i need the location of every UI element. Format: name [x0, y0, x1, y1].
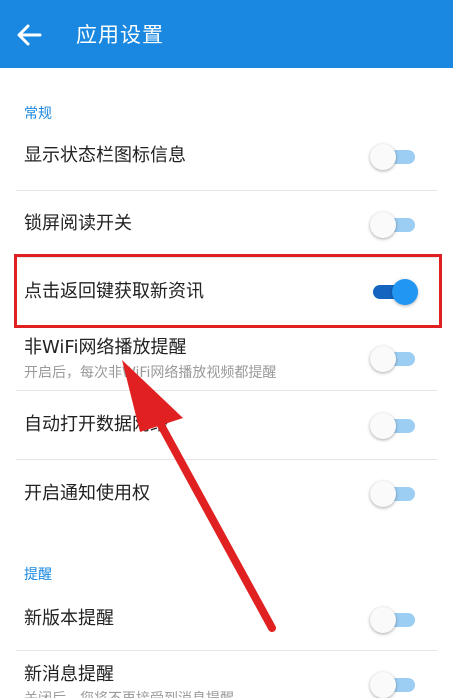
setting-row-auto-data-network[interactable]: 自动打开数据网络: [0, 391, 453, 459]
non-wifi-reminder-toggle[interactable]: [370, 345, 418, 373]
setting-row-notification-access[interactable]: 开启通知使用权: [0, 460, 453, 528]
setting-title: 显示状态栏图标信息: [24, 145, 186, 166]
back-arrow-icon[interactable]: [12, 18, 46, 52]
new-version-toggle[interactable]: [370, 606, 418, 634]
setting-title: 自动打开数据网络: [24, 414, 168, 435]
auto-data-network-toggle[interactable]: [370, 412, 418, 440]
new-message-toggle[interactable]: [370, 671, 418, 698]
notification-access-toggle[interactable]: [370, 480, 418, 508]
red-highlight-box: [14, 254, 442, 328]
section-header-general: 常规: [24, 106, 52, 122]
app-bar: 应用设置: [0, 0, 453, 68]
setting-row-lockscreen-reading[interactable]: 锁屏阅读开关: [0, 191, 453, 257]
setting-subtitle: 关闭后，您将不再接受到消息提醒: [24, 689, 234, 698]
setting-row-new-version[interactable]: 新版本提醒: [0, 590, 453, 650]
setting-title: 非WiFi网络播放提醒: [24, 337, 187, 358]
section-header-reminder: 提醒: [24, 567, 52, 583]
setting-title: 新消息提醒: [24, 664, 114, 685]
setting-title: 开启通知使用权: [24, 483, 150, 504]
setting-title: 新版本提醒: [24, 608, 114, 629]
status-bar-icon-toggle[interactable]: [370, 143, 418, 171]
setting-row-new-message[interactable]: 新消息提醒 关闭后，您将不再接受到消息提醒: [0, 651, 453, 698]
setting-title: 锁屏阅读开关: [24, 213, 132, 234]
setting-row-non-wifi-reminder[interactable]: 非WiFi网络播放提醒 开启后，每次非WiFi网络播放视频都提醒: [0, 328, 453, 390]
setting-subtitle: 开启后，每次非WiFi网络播放视频都提醒: [24, 365, 277, 381]
lockscreen-reading-toggle[interactable]: [370, 211, 418, 239]
setting-row-status-bar-icon[interactable]: 显示状态栏图标信息: [0, 130, 453, 190]
page-title: 应用设置: [76, 23, 164, 47]
